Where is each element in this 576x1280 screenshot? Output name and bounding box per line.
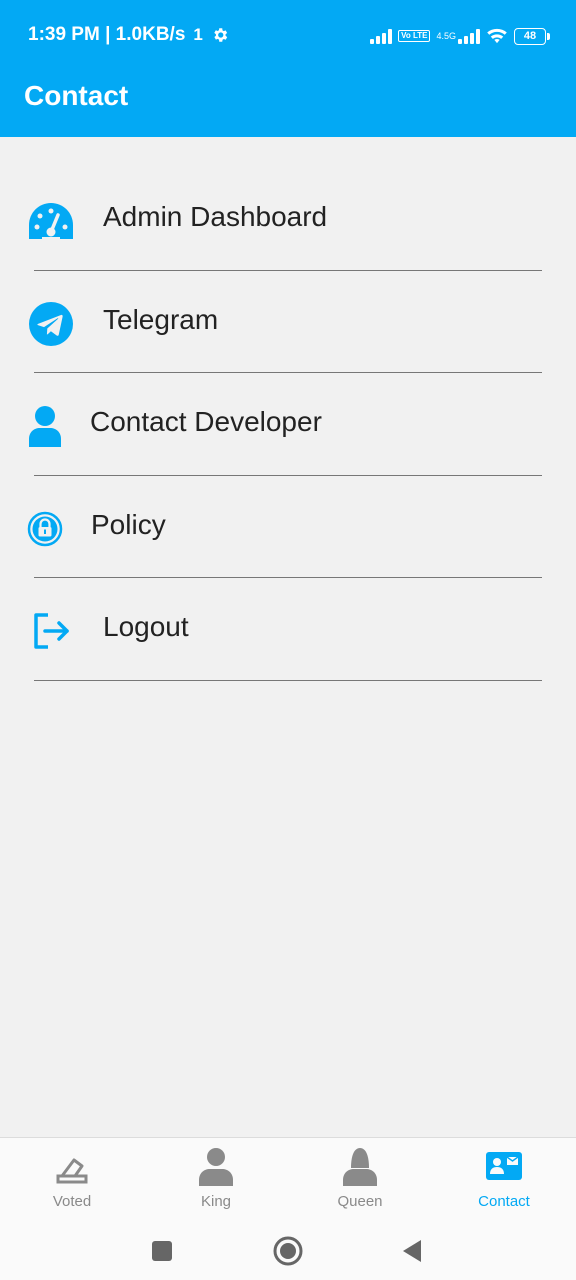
wifi-icon xyxy=(487,28,507,44)
nav-tab-contact[interactable]: Contact xyxy=(432,1138,576,1222)
battery-icon: 48 xyxy=(514,27,550,45)
settings-gear-icon xyxy=(214,28,228,42)
menu-item-label: Contact Developer xyxy=(90,406,322,437)
signal-2-icon xyxy=(458,28,480,44)
menu-item-admin-dashboard[interactable]: Admin Dashboard xyxy=(0,168,576,271)
menu-item-policy[interactable]: Policy xyxy=(0,476,576,578)
menu-item-telegram[interactable]: Telegram xyxy=(0,271,576,373)
status-extra: 1 xyxy=(193,25,203,44)
back-triangle-icon[interactable] xyxy=(392,1231,432,1271)
home-circle-icon[interactable] xyxy=(268,1231,308,1271)
dashboard-gauge-icon xyxy=(28,198,74,244)
menu-item-label: Policy xyxy=(91,508,166,540)
nav-tab-king[interactable]: King xyxy=(144,1138,288,1222)
contact-card-icon xyxy=(486,1152,522,1180)
status-right: Vo LTE 4.5G 48 xyxy=(370,22,550,50)
status-bar: 1:39 PM | 1.0KB/s 1 Vo LTE 4.5G 48 xyxy=(0,0,576,72)
queen-person-icon xyxy=(343,1148,377,1186)
logout-icon xyxy=(28,608,74,654)
menu-item-contact-developer[interactable]: Contact Developer xyxy=(0,373,576,476)
menu-item-label: Admin Dashboard xyxy=(103,201,328,232)
nav-label: Voted xyxy=(52,1193,92,1210)
battery-level: 48 xyxy=(523,29,537,42)
ballot-box-icon xyxy=(56,1158,88,1184)
king-person-icon xyxy=(199,1148,233,1186)
nav-tab-voted[interactable]: Voted xyxy=(0,1138,144,1222)
app-bar: 1:39 PM | 1.0KB/s 1 Vo LTE 4.5G 48 Conta… xyxy=(0,0,576,137)
person-icon xyxy=(22,403,68,449)
network-type: 4.5G xyxy=(436,30,456,41)
telegram-icon xyxy=(28,301,74,347)
nav-label: Queen xyxy=(337,1193,383,1210)
nav-tab-queen[interactable]: Queen xyxy=(288,1138,432,1222)
menu-item-label: Telegram xyxy=(103,303,219,335)
volte-badge: Vo LTE xyxy=(398,30,431,42)
divider xyxy=(34,679,542,681)
nav-label: King xyxy=(200,1193,232,1210)
nav-label: Contact xyxy=(478,1193,530,1210)
signal-1-icon xyxy=(370,28,393,44)
page-title: Contact xyxy=(24,80,129,111)
system-nav-bar xyxy=(0,1221,576,1280)
contact-menu: Admin Dashboard Telegram Contact Develop… xyxy=(0,168,576,681)
recents-square-icon[interactable] xyxy=(142,1231,182,1271)
bottom-nav: Voted King Queen Contact xyxy=(0,1137,576,1222)
menu-item-label: Logout xyxy=(103,611,189,642)
menu-item-logout[interactable]: Logout xyxy=(0,578,576,681)
status-time-speed: 1:39 PM | 1.0KB/s xyxy=(28,24,186,45)
status-left: 1:39 PM | 1.0KB/s 1 xyxy=(28,24,229,46)
lock-icon xyxy=(22,506,68,552)
